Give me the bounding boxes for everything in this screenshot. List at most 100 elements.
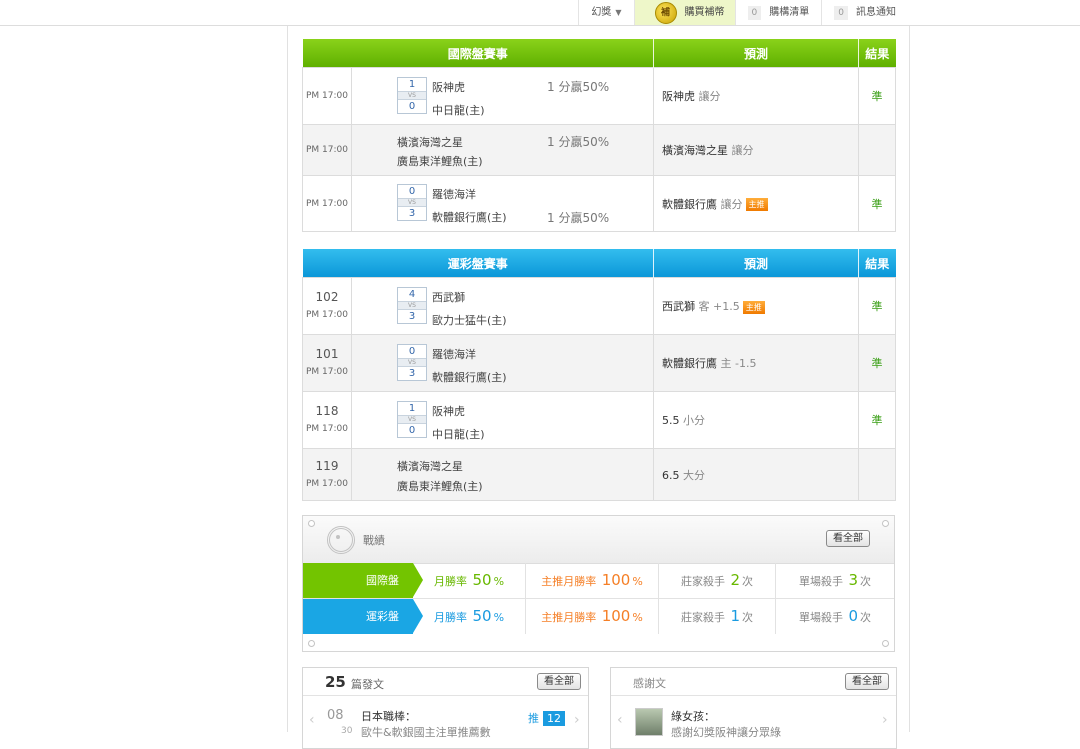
thanks-author[interactable]: 綠女孩： (671, 708, 715, 724)
intl-header-result: 結果 (858, 39, 896, 68)
featured-tag: 主推 (745, 198, 768, 211)
featured-win-rate: 主推月勝率 100% (526, 563, 659, 598)
thanks-view-all-button[interactable]: 看全部 (845, 673, 889, 690)
prediction: 西武獅 客 +1.5 主推 (653, 277, 860, 335)
record-header: 戰績 看全部 (303, 516, 894, 564)
pred-detail: 大分 (683, 468, 706, 482)
score-box: 1 VS 0 (397, 77, 427, 114)
score-box: 4 VS 3 (397, 287, 427, 324)
posts-label: 篇發文 (351, 678, 384, 691)
pred-detail: 讓分 (731, 144, 754, 157)
pred-detail: 讓分 (698, 90, 721, 103)
chevron-right-icon[interactable]: › (882, 712, 888, 728)
thanks-title: 感謝文 (633, 677, 666, 690)
vs-label: VS (398, 91, 426, 100)
game-time-text: PM 17:00 (306, 367, 348, 377)
team-away: 西武獅 (432, 291, 465, 304)
team-home: 歐力士猛牛(主) (432, 314, 507, 327)
score-home: 0 (408, 101, 416, 112)
intl-header-games: 國際盤賽事 (302, 39, 655, 68)
result-badge: 準 (858, 175, 897, 232)
record-view-all-button[interactable]: 看全部 (826, 530, 870, 547)
score-home: 0 (408, 425, 416, 436)
game-number: 101 (315, 347, 339, 361)
push-count: 推 12 (528, 710, 565, 726)
team-away: 橫濱海灣之星 (397, 460, 463, 473)
result-badge (858, 124, 897, 176)
team-home: 中日龍(主) (432, 428, 485, 441)
score-away: 0 (408, 186, 416, 197)
coin-icon: 補 (654, 1, 677, 24)
chevron-left-icon[interactable]: ‹ (309, 712, 315, 728)
pred-detail: 客 +1.5 (698, 300, 740, 313)
notification-count-badge: 0 (834, 5, 848, 20)
vs-label: VS (398, 415, 426, 424)
corner-dot (308, 520, 315, 527)
result-badge: 準 (858, 334, 897, 392)
result-badge: 準 (858, 391, 897, 449)
posts-panel: 25 篇發文 看全部 ‹ 08 30 日本職棒： 歐牛&軟銀國主注單推薦數 推1… (302, 667, 589, 749)
pred-team: 6.5 (662, 468, 680, 482)
score-home: 3 (408, 311, 416, 322)
nav-buy-label: 購買補幣 (684, 7, 725, 18)
posts-view-all-button[interactable]: 看全部 (537, 673, 581, 690)
chevron-left-icon[interactable]: ‹ (617, 712, 623, 728)
post-month: 08 (327, 708, 344, 723)
nav-purchase-label: 購構清單 (769, 7, 810, 18)
bookie-killer: 莊家殺手 2次 (659, 563, 776, 598)
lottery-header-games: 運彩盤賽事 (302, 249, 655, 278)
vs-label: VS (398, 198, 426, 207)
record-row-label: 運彩盤 (303, 599, 423, 634)
intl-games-table: 國際盤賽事 預測 結果 PM 17:00 1 VS 0 阪神虎 中日龍(主) 1… (302, 39, 897, 232)
score-box: 1 VS 0 (397, 401, 427, 438)
nav-purchase-list[interactable]: 0 購構清單 (734, 0, 822, 25)
table-row: 118 PM 17:00 1 VS 0 阪神虎 中日龍(主) 5.5 小分 準 (302, 391, 897, 449)
table-row: PM 17:00 1 VS 0 阪神虎 中日龍(主) 1 分贏50% 阪神虎 讓… (302, 67, 897, 125)
result-badge (858, 448, 897, 501)
prediction: 橫濱海灣之星 讓分 (653, 124, 860, 176)
thanks-header: 感謝文 看全部 (611, 668, 896, 696)
score-box: 0 VS 3 (397, 184, 427, 221)
game-number: 118 (315, 404, 339, 418)
game-time: PM 17:00 (302, 175, 352, 232)
nav-buy-coins[interactable]: 補 購買補幣 (633, 0, 735, 25)
nav-fantasy-label: 幻獎 (591, 7, 612, 18)
team-home: 中日龍(主) (432, 104, 485, 117)
main-content: 國際盤賽事 預測 結果 PM 17:00 1 VS 0 阪神虎 中日龍(主) 1… (287, 26, 910, 749)
team-away: 阪神虎 (432, 405, 465, 418)
prediction: 軟體銀行鷹 主 -1.5 (653, 334, 860, 392)
result-badge: 準 (858, 277, 897, 335)
game-time: 101 PM 17:00 (302, 334, 352, 392)
vs-label: VS (398, 358, 426, 367)
team-home: 廣島東洋鯉魚(主) (397, 480, 483, 493)
pred-team: 橫濱海灣之星 (662, 144, 729, 157)
team-away: 阪神虎 (432, 81, 465, 94)
record-title: 戰績 (363, 534, 385, 547)
chevron-right-icon[interactable]: › (574, 712, 580, 728)
game-time: 118 PM 17:00 (302, 391, 352, 449)
odds: 1 分贏50% (547, 135, 610, 149)
lottery-games-table: 運彩盤賽事 預測 結果 102 PM 17:00 4 VS 3 西武獅 歐力士猛牛… (302, 249, 897, 501)
intl-header-prediction: 預測 (653, 39, 860, 68)
game-time: 102 PM 17:00 (302, 277, 352, 335)
thanks-subtitle[interactable]: 感謝幻獎阪神讓分眾綠 (671, 724, 781, 740)
post-day: 30 (341, 726, 353, 736)
table-row: PM 17:00 0 VS 3 羅德海洋 軟體銀行鷹(主) 1 分贏50% 軟體… (302, 175, 897, 232)
nav-fantasy-menu[interactable]: 幻獎 ▼ (578, 0, 633, 25)
odds: 1 分贏50% (547, 80, 610, 94)
team-away: 橫濱海灣之星 (397, 136, 463, 149)
table-row: 102 PM 17:00 4 VS 3 西武獅 歐力士猛牛(主) 西武獅 客 +1… (302, 277, 897, 335)
pred-team: 軟體銀行鷹 (662, 197, 718, 211)
chevron-down-icon: ▼ (615, 8, 622, 17)
pred-team: 5.5 (662, 414, 680, 427)
record-panel: 戰績 看全部 國際盤 月勝率 50% 主推月勝率 100% 莊家殺手 2次 單場… (302, 515, 895, 652)
game-time: PM 17:00 (302, 124, 352, 176)
pred-detail: 主 -1.5 (720, 357, 757, 370)
score-home: 3 (408, 368, 416, 379)
corner-dot (308, 640, 315, 647)
score-away: 4 (408, 289, 416, 300)
nav-notifications[interactable]: 0 訊息通知 (821, 0, 908, 25)
corner-dot (882, 640, 889, 647)
post-title[interactable]: 日本職棒： (361, 708, 416, 724)
post-subtitle[interactable]: 歐牛&軟銀國主注單推薦數 (361, 724, 491, 740)
